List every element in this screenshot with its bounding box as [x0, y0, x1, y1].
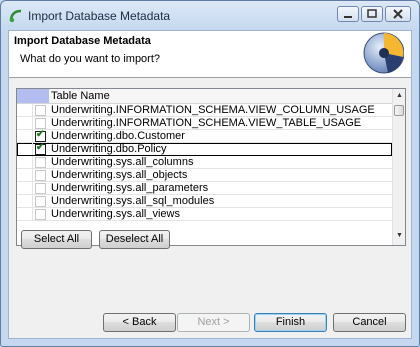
page-title: Import Database Metadata: [14, 35, 151, 47]
table-row[interactable]: Underwriting.sys.all_columns: [17, 156, 392, 169]
row-selector-cell[interactable]: [17, 117, 33, 129]
row-checkbox[interactable]: [35, 105, 46, 116]
table-row[interactable]: Underwriting.INFORMATION_SCHEMA.VIEW_TAB…: [17, 117, 392, 130]
row-table-name: Underwriting.sys.all_sql_modules: [51, 195, 215, 207]
row-selector-cell[interactable]: [17, 195, 33, 207]
table-header: Table Name: [17, 89, 392, 104]
table-row[interactable]: Underwriting.sys.all_parameters: [17, 182, 392, 195]
table-row[interactable]: ✔ Underwriting.dbo.Customer: [17, 129, 392, 143]
row-table-name: Underwriting.sys.all_objects: [51, 169, 188, 181]
row-table-name: Underwriting.sys.all_views: [51, 208, 180, 220]
table-row[interactable]: Underwriting.sys.all_objects: [17, 169, 392, 182]
row-checkbox[interactable]: [35, 157, 46, 168]
maximize-icon: [367, 9, 377, 18]
scroll-up-icon[interactable]: ▲: [396, 92, 403, 99]
row-checkbox[interactable]: [35, 170, 46, 181]
close-button[interactable]: [385, 6, 411, 22]
dialog-content: Import Database Metadata What do you wan…: [8, 30, 412, 339]
window-title: Import Database Metadata: [28, 9, 171, 23]
row-checkbox[interactable]: [35, 183, 46, 194]
checkbox-column-header[interactable]: [17, 89, 49, 103]
table-row[interactable]: ✔ Underwriting.dbo.Policy: [17, 142, 392, 156]
table-row[interactable]: Underwriting.INFORMATION_SCHEMA.VIEW_COL…: [17, 104, 392, 117]
row-checkbox[interactable]: [35, 196, 46, 207]
row-table-name: Underwriting.sys.all_columns: [51, 156, 194, 168]
row-table-name: Underwriting.INFORMATION_SCHEMA.VIEW_COL…: [51, 104, 375, 116]
globe-logo-icon: [358, 31, 405, 75]
cancel-button[interactable]: Cancel: [333, 313, 406, 332]
deselect-all-button[interactable]: Deselect All: [99, 230, 170, 249]
vertical-scrollbar[interactable]: ▲ ▼: [392, 89, 405, 245]
row-table-name: Underwriting.dbo.Customer: [51, 130, 185, 142]
row-checkbox[interactable]: [35, 118, 46, 129]
checkmark-icon: ✔: [36, 142, 45, 153]
row-table-name: Underwriting.dbo.Policy: [51, 143, 167, 155]
row-selector-cell[interactable]: [17, 156, 33, 168]
table-row[interactable]: Underwriting.sys.all_sql_modules: [17, 195, 392, 208]
row-selector-cell[interactable]: [17, 130, 33, 142]
row-selector-cell[interactable]: [17, 208, 33, 220]
close-icon: [393, 9, 403, 19]
wizard-header: Import Database Metadata What do you wan…: [9, 31, 411, 78]
table-row[interactable]: Underwriting.sys.all_views: [17, 208, 392, 221]
back-button[interactable]: < Back: [103, 313, 176, 332]
row-checkbox[interactable]: ✔: [35, 129, 46, 142]
minimize-button[interactable]: [337, 6, 359, 22]
row-selector-cell[interactable]: [17, 104, 33, 116]
row-checkbox[interactable]: ✔: [35, 142, 46, 155]
minimize-icon: [344, 16, 352, 18]
row-table-name: Underwriting.INFORMATION_SCHEMA.VIEW_TAB…: [51, 117, 362, 129]
scrollbar-thumb[interactable]: [394, 105, 404, 116]
column-header-table-name[interactable]: Table Name: [51, 90, 110, 102]
checkmark-icon: ✔: [36, 129, 45, 140]
row-table-name: Underwriting.sys.all_parameters: [51, 182, 209, 194]
row-checkbox[interactable]: [35, 209, 46, 220]
page-subtitle: What do you want to import?: [20, 53, 161, 65]
maximize-button[interactable]: [361, 6, 383, 22]
dialog-window: Import Database Metadata Import Database…: [0, 0, 420, 347]
select-all-button[interactable]: Select All: [21, 230, 92, 249]
database-import-icon: [9, 9, 23, 23]
row-selector-cell[interactable]: [17, 169, 33, 181]
title-bar[interactable]: Import Database Metadata: [1, 1, 419, 29]
scroll-down-icon[interactable]: ▼: [396, 232, 403, 239]
row-selector-cell[interactable]: [17, 143, 33, 155]
finish-button[interactable]: Finish: [254, 313, 327, 332]
row-selector-cell[interactable]: [17, 182, 33, 194]
table-list[interactable]: Table Name Underwriting.INFORMATION_SCHE…: [16, 88, 406, 246]
next-button[interactable]: Next >: [177, 313, 250, 332]
